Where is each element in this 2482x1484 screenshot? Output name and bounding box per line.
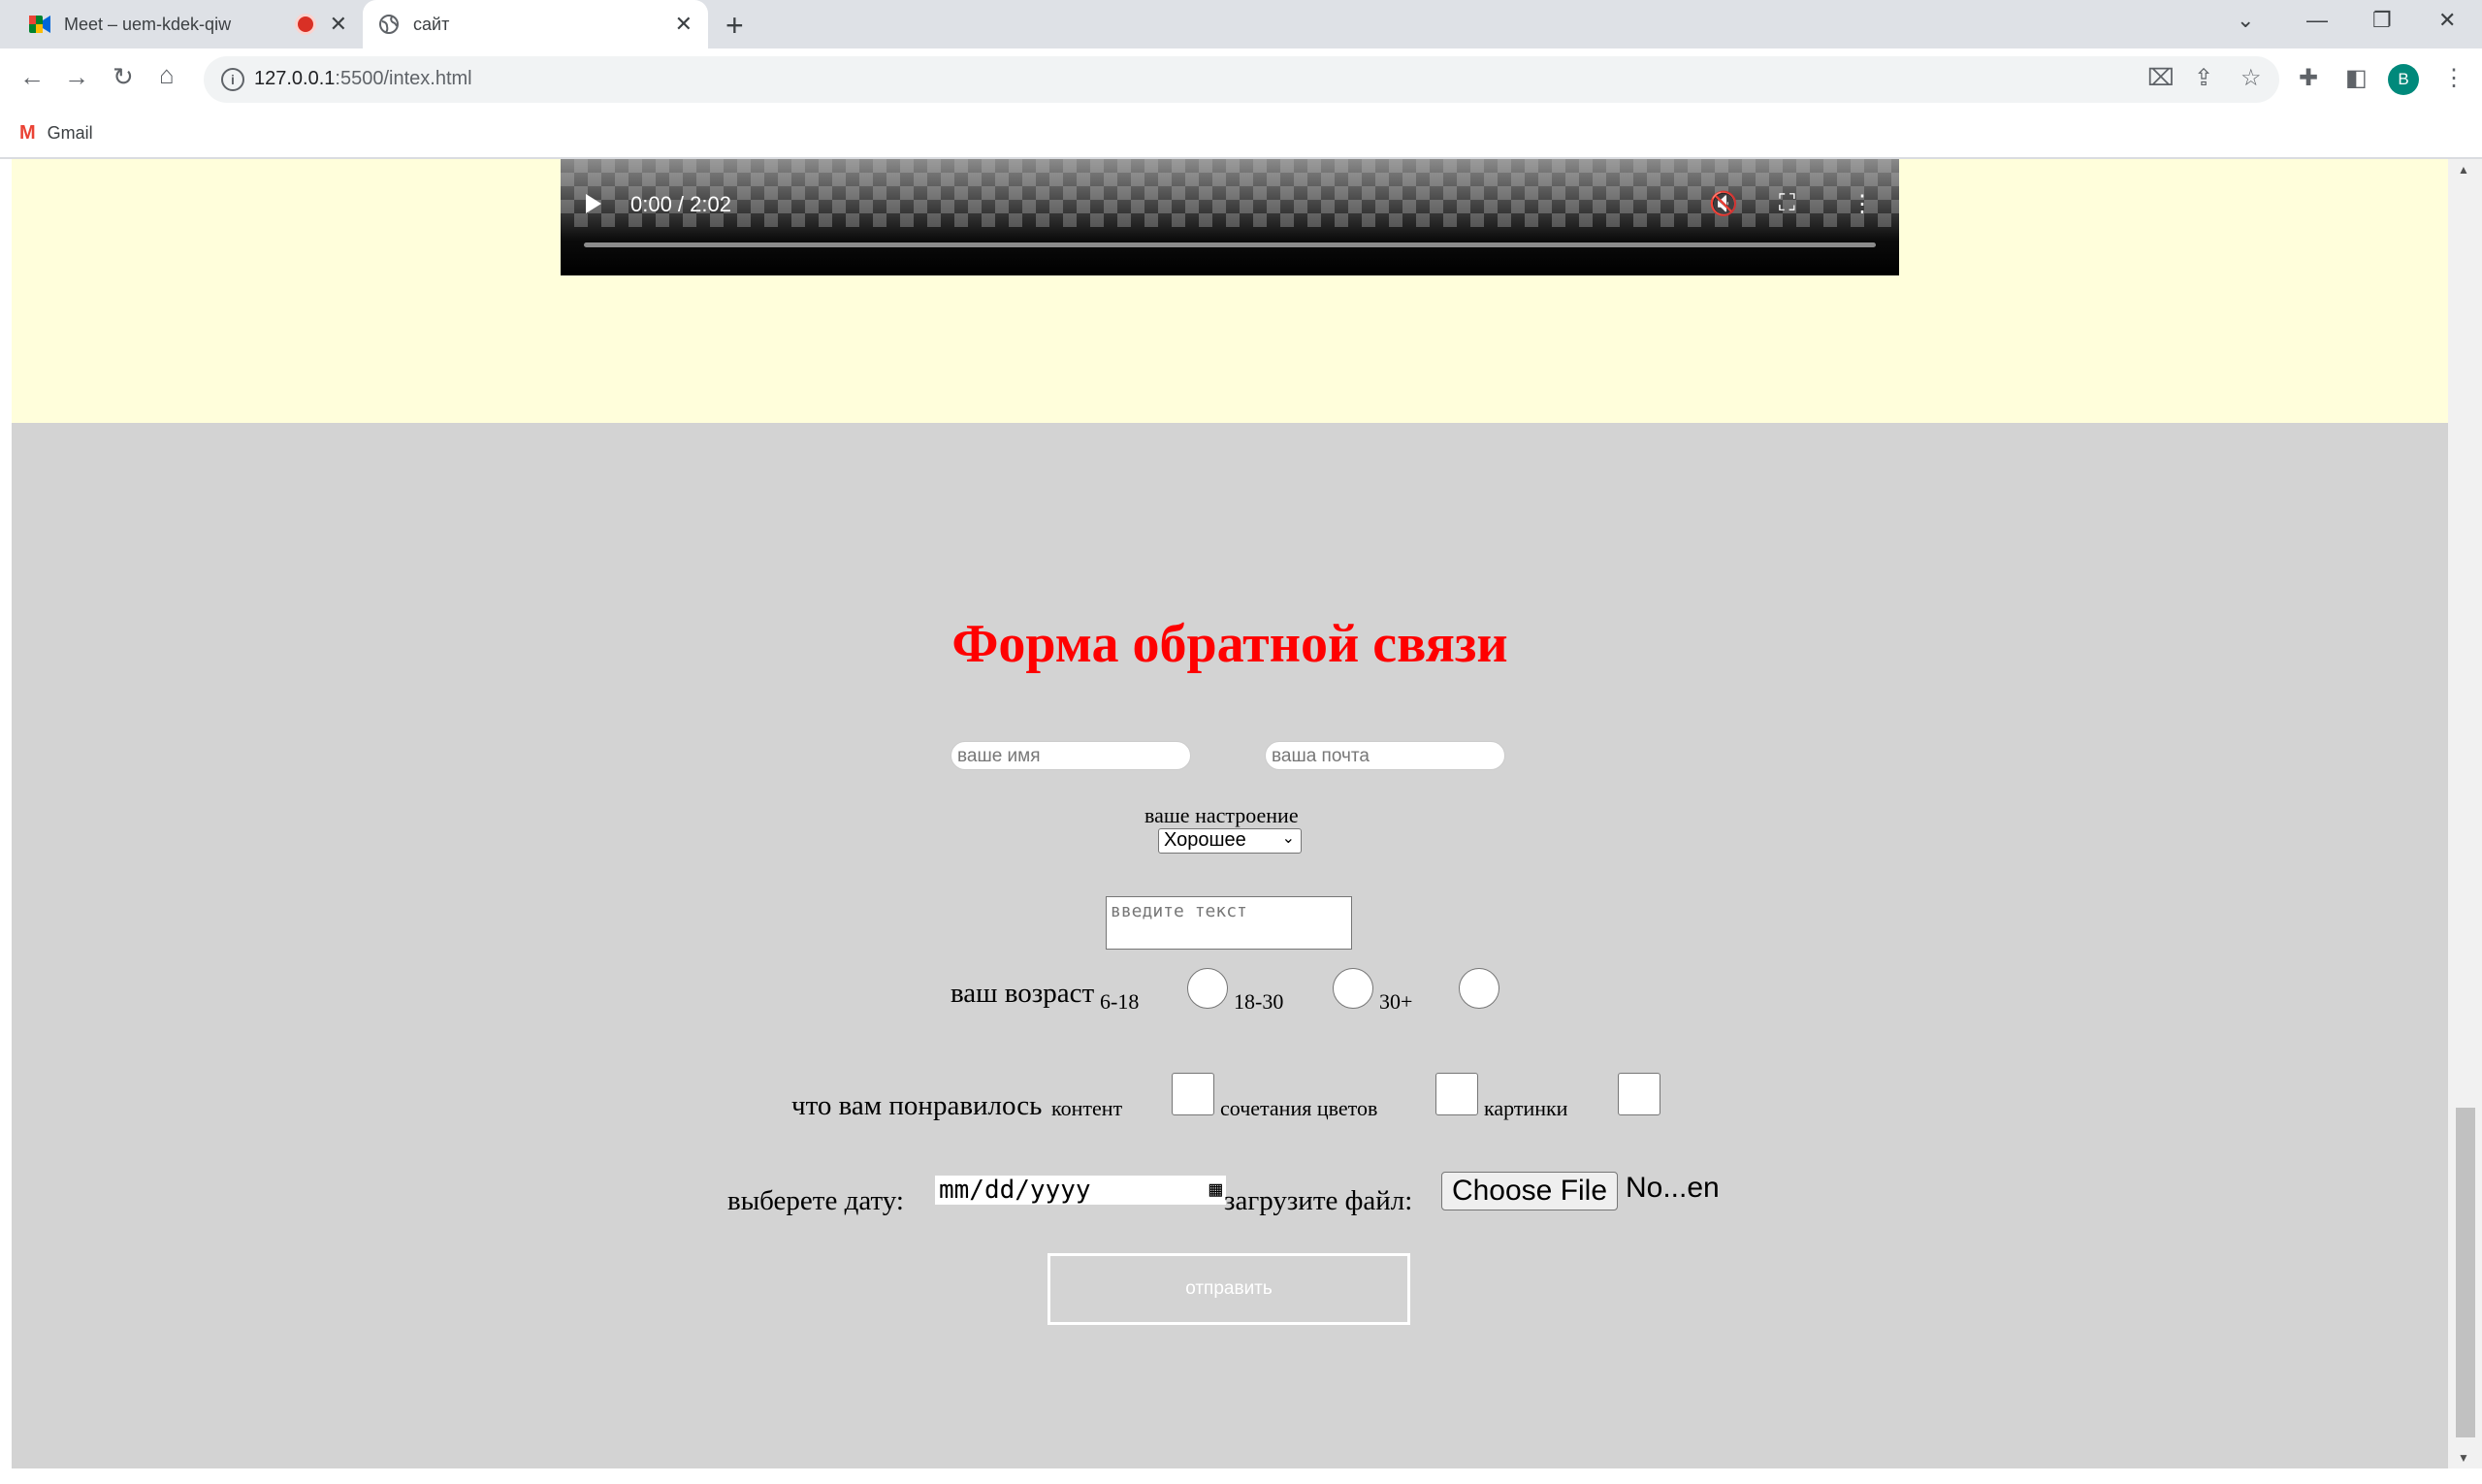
minimize-icon[interactable]: — (2306, 8, 2328, 33)
choose-file-button[interactable]: Choose File (1441, 1172, 1618, 1210)
tab-title: сайт (413, 14, 450, 34)
bookmark-label: Gmail (47, 123, 93, 143)
liked-checkbox-content[interactable] (1172, 1073, 1214, 1115)
form-heading: Форма обратной связи (951, 614, 1508, 674)
tab-site[interactable]: сайт ✕ (363, 0, 708, 48)
video-section: 0:00 / 2:02 🔇 ⛶ ⋮ (12, 159, 2448, 423)
play-icon[interactable] (586, 194, 601, 213)
bookmark-gmail[interactable]: M Gmail (19, 122, 93, 145)
close-tab-icon[interactable]: ✕ (330, 12, 347, 37)
mood-label: ваше настроение (1144, 803, 1299, 827)
name-input[interactable]: ваше имя (951, 741, 1191, 770)
bookmarks-bar: M Gmail (0, 111, 2482, 159)
page-scrollbar[interactable]: ▲ ▼ (2448, 159, 2482, 1468)
age-radio-30-plus[interactable] (1459, 968, 1499, 1009)
site-info-icon[interactable]: i (221, 68, 244, 91)
liked-label: что вам понравилось (791, 1090, 1043, 1121)
home-icon[interactable]: ⌂ (159, 60, 175, 90)
share-icon[interactable]: ⇪ (2194, 64, 2213, 92)
liked-checkbox-pictures[interactable] (1618, 1073, 1660, 1115)
age-radio-18-30[interactable] (1333, 968, 1373, 1009)
liked-checkbox-colors[interactable] (1435, 1073, 1478, 1115)
scroll-down-arrow-icon[interactable]: ▼ (2458, 1451, 2469, 1465)
calendar-icon[interactable]: ▦ (1209, 1176, 1222, 1205)
video-frame (561, 159, 1899, 227)
forward-arrow-icon[interactable]: → (64, 62, 89, 92)
video-progress-bar[interactable] (584, 242, 1876, 247)
age-option-label: 6-18 (1100, 989, 1140, 1014)
profile-avatar[interactable]: B (2388, 64, 2419, 95)
video-time: 0:00 / 2:02 (630, 192, 731, 216)
liked-option-label: картинки (1484, 1096, 1568, 1120)
date-input[interactable]: mm/dd/yyyy ▦ (935, 1176, 1226, 1205)
age-radio-6-18[interactable] (1187, 968, 1228, 1009)
mood-select[interactable]: Хорошее ⌄ (1158, 828, 1302, 854)
message-textarea[interactable]: введите текст (1106, 896, 1352, 950)
chevron-down-icon: ⌄ (1281, 830, 1295, 847)
date-label: выберете дату: (727, 1185, 904, 1216)
file-name-text: No...en (1626, 1172, 1720, 1204)
back-arrow-icon[interactable]: ← (19, 62, 45, 92)
translate-icon[interactable]: ⌧ (2147, 64, 2175, 92)
video-options-icon[interactable]: ⋮ (1851, 190, 1874, 218)
close-tab-icon[interactable]: ✕ (675, 12, 693, 37)
page-viewport: 0:00 / 2:02 🔇 ⛶ ⋮ Форма обратной связи в… (12, 159, 2448, 1468)
address-bar[interactable]: i 127.0.0.1:5500/intex.html (204, 56, 2279, 103)
age-label: ваш возраст (951, 978, 1095, 1009)
gmail-icon: M (19, 122, 36, 144)
email-input[interactable]: ваша почта (1265, 741, 1505, 770)
restore-icon[interactable]: ❐ (2372, 8, 2392, 33)
menu-kebab-icon[interactable]: ⋮ (2442, 64, 2466, 92)
age-option-label: 30+ (1379, 989, 1413, 1014)
fullscreen-icon[interactable]: ⛶ (1779, 190, 1795, 217)
google-meet-icon (29, 14, 50, 35)
mood-selected-value: Хорошее (1164, 829, 1246, 851)
age-option-label: 18-30 (1234, 989, 1284, 1014)
liked-option-label: сочетания цветов (1220, 1096, 1378, 1120)
extensions-icon[interactable]: ✚ (2299, 64, 2318, 92)
reload-icon[interactable]: ↻ (113, 62, 134, 92)
scrollbar-thumb[interactable] (2456, 1108, 2475, 1437)
url-text: 127.0.0.1:5500/intex.html (254, 68, 472, 89)
date-placeholder: mm/dd/yyyy (939, 1176, 1091, 1205)
submit-button[interactable]: отправить (1048, 1253, 1410, 1325)
video-player[interactable]: 0:00 / 2:02 🔇 ⛶ ⋮ (561, 159, 1899, 275)
liked-option-label: контент (1051, 1096, 1123, 1120)
recording-indicator-icon (294, 14, 316, 35)
bookmark-star-icon[interactable]: ☆ (2240, 64, 2262, 92)
globe-icon (378, 14, 400, 35)
mute-icon[interactable]: 🔇 (1709, 190, 1738, 218)
tab-meet[interactable]: Meet – uem-kdek-qiw ✕ (14, 0, 363, 48)
scroll-up-arrow-icon[interactable]: ▲ (2458, 163, 2469, 177)
file-label: загрузите файл: (1224, 1185, 1413, 1216)
side-panel-icon[interactable]: ◧ (2345, 64, 2368, 92)
tab-strip: Meet – uem-kdek-qiw ✕ сайт ✕ + ⌄ — ❐ ✕ (0, 0, 2482, 48)
new-tab-button[interactable]: + (725, 8, 744, 44)
close-window-icon[interactable]: ✕ (2438, 8, 2456, 33)
tab-title: Meet – uem-kdek-qiw (64, 14, 232, 34)
tab-search-chevron-icon[interactable]: ⌄ (2237, 8, 2254, 33)
